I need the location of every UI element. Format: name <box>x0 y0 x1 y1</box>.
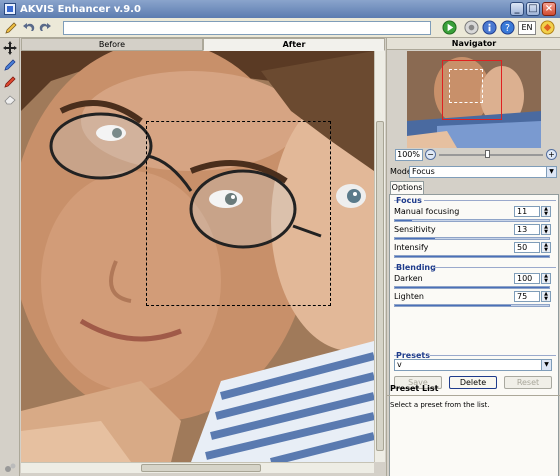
delete-preset-button[interactable]: Delete <box>449 376 497 389</box>
tab-before[interactable]: Before <box>21 38 203 51</box>
zoom-level-field[interactable]: 100% <box>395 149 423 161</box>
preset-list-hint: Select a preset from the list. <box>390 401 490 409</box>
manual-focusing-spinner[interactable]: ▲ ▼ <box>541 206 551 217</box>
mode-dropdown[interactable]: Focus ▼ <box>409 166 557 178</box>
manual-focusing-field[interactable]: 11 <box>514 206 540 217</box>
settings-icon[interactable] <box>464 20 479 35</box>
presets-group-line <box>430 355 556 356</box>
preset-list-title: Preset List <box>390 384 439 393</box>
run-icon[interactable] <box>442 20 457 35</box>
horizontal-scroll-thumb[interactable] <box>141 464 261 472</box>
svg-text:?: ? <box>505 23 510 34</box>
sensitivity-spinner[interactable]: ▲ ▼ <box>541 224 551 235</box>
intensify-slider[interactable] <box>394 255 550 258</box>
pencil-icon[interactable] <box>4 21 18 35</box>
preset-dropdown[interactable]: v ▼ <box>394 359 552 371</box>
vertical-scroll-thumb[interactable] <box>376 121 384 451</box>
manual-focusing-label: Manual focusing <box>394 207 460 216</box>
preset-value: v <box>397 360 402 369</box>
toolbar-status-field <box>63 21 431 35</box>
horizontal-scrollbar[interactable] <box>21 462 374 473</box>
zoom-slider-handle[interactable] <box>485 150 490 158</box>
move-tool-icon[interactable] <box>3 41 17 55</box>
blue-pencil-tool-icon[interactable] <box>3 58 17 72</box>
lighten-field[interactable]: 75 <box>514 291 540 302</box>
lighten-slider[interactable] <box>394 304 550 307</box>
focus-group-title: Focus <box>396 196 422 205</box>
zoom-in-button[interactable]: + <box>546 149 557 160</box>
window-title: AKVIS Enhancer v.9.0 <box>20 3 141 15</box>
options-panel: Focus Manual focusing 11 ▲ ▼ Sensitivity … <box>389 194 559 476</box>
settings-panel: Navigator 100% − + Mode: Focus ▼ Options… <box>386 38 560 476</box>
hand-tool-icon[interactable] <box>3 460 17 474</box>
donate-icon[interactable] <box>540 20 555 35</box>
divider <box>387 395 560 396</box>
info-icon[interactable] <box>482 20 497 35</box>
lighten-spinner[interactable]: ▲ ▼ <box>541 291 551 302</box>
tool-palette <box>0 38 20 476</box>
intensify-spinner[interactable]: ▲ ▼ <box>541 242 551 253</box>
maximize-button[interactable]: □ <box>526 2 540 16</box>
intensify-field[interactable]: 50 <box>514 242 540 253</box>
manual-focusing-slider[interactable] <box>394 219 550 222</box>
redo-icon[interactable] <box>38 21 52 35</box>
darken-label: Darken <box>394 274 423 283</box>
focus-group-line <box>424 200 556 201</box>
undo-icon[interactable] <box>22 21 36 35</box>
eraser-tool-icon[interactable] <box>3 92 17 106</box>
navigator-title: Navigator <box>387 38 560 50</box>
focus-selection-frame[interactable] <box>146 121 331 306</box>
close-button[interactable]: × <box>542 2 556 16</box>
tab-options[interactable]: Options <box>390 181 424 194</box>
zoom-out-button[interactable]: − <box>425 149 436 160</box>
view-tabs: Before After <box>21 38 385 51</box>
lighten-label: Lighten <box>394 292 424 301</box>
sensitivity-field[interactable]: 13 <box>514 224 540 235</box>
chevron-down-icon[interactable]: ▼ <box>546 167 556 177</box>
tab-after[interactable]: After <box>203 38 385 51</box>
navigator-preview[interactable] <box>407 51 541 148</box>
red-pencil-tool-icon[interactable] <box>3 75 17 89</box>
chevron-down-icon[interactable]: ▼ <box>541 360 551 370</box>
vertical-scrollbar[interactable] <box>374 51 385 462</box>
title-bar: AKVIS Enhancer v.9.0 _ □ × <box>0 0 560 18</box>
darken-field[interactable]: 100 <box>514 273 540 284</box>
sensitivity-slider[interactable] <box>394 237 550 240</box>
navigator-selection-frame <box>449 69 483 103</box>
mode-value: Focus <box>412 167 435 176</box>
app-logo-icon <box>4 3 16 15</box>
darken-slider[interactable] <box>394 286 550 289</box>
help-icon[interactable]: ? <box>500 20 515 35</box>
zoom-slider[interactable] <box>439 154 543 156</box>
blending-group-line <box>434 267 556 268</box>
toolbar: ? EN <box>0 18 560 38</box>
reset-button[interactable]: Reset <box>504 376 552 389</box>
image-canvas[interactable] <box>21 51 374 462</box>
sensitivity-label: Sensitivity <box>394 225 436 234</box>
blending-group-title: Blending <box>396 263 436 272</box>
minimize-button[interactable]: _ <box>510 2 524 16</box>
language-button[interactable]: EN <box>518 21 536 35</box>
darken-spinner[interactable]: ▲ ▼ <box>541 273 551 284</box>
intensify-label: Intensify <box>394 243 429 252</box>
